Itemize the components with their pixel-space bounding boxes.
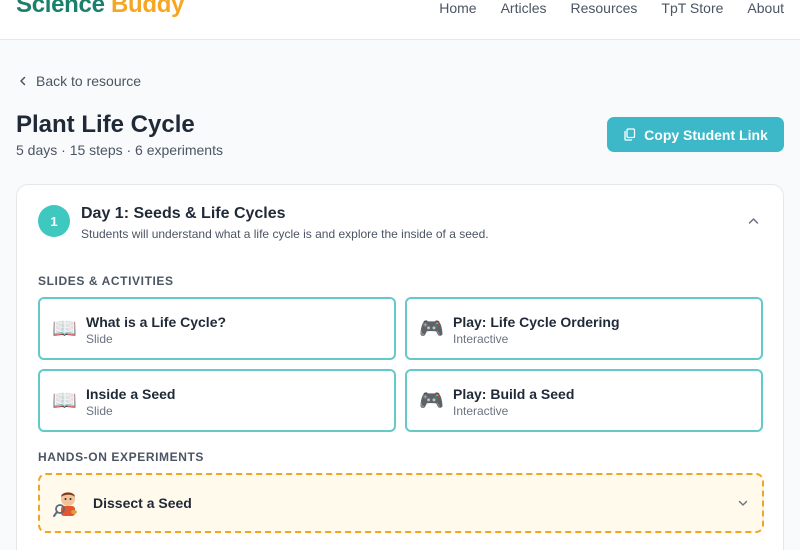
activity-type: Interactive <box>453 404 509 418</box>
book-icon: 📖 <box>52 318 77 340</box>
chevron-left-icon <box>20 76 26 86</box>
chevron-down-icon <box>738 500 748 506</box>
page-subtitle: 5 days · 15 steps · 6 experiments <box>16 142 223 158</box>
hands-on-experiments-heading: HANDS-ON EXPERIMENTS <box>38 450 205 464</box>
activity-name: Play: Build a Seed <box>453 386 575 402</box>
day-title: Day 1: Seeds & Life Cycles <box>81 205 286 222</box>
activity-type: Slide <box>86 404 113 418</box>
book-icon: 📖 <box>52 390 77 412</box>
nav-resources[interactable]: Resources <box>570 0 637 16</box>
gamepad-icon: 🎮 <box>419 318 444 340</box>
nav-articles[interactable]: Articles <box>501 0 547 16</box>
copy-icon <box>624 128 636 141</box>
top-bar: Science Buddy Home Articles Resources Tp… <box>0 0 800 40</box>
scientist-icon <box>53 492 77 517</box>
brand-part-2: Buddy <box>111 0 185 18</box>
experiment-item[interactable]: Dissect a Seed <box>38 473 764 533</box>
activity-type: Slide <box>86 332 113 346</box>
back-link-label: Back to resource <box>36 73 142 89</box>
day-description: Students will understand what a life cyc… <box>81 227 489 241</box>
activity-tile[interactable]: 📖 What is a Life Cycle? Slide <box>38 297 396 360</box>
brand-part-1: Science <box>16 0 105 18</box>
activity-name: Inside a Seed <box>86 386 176 402</box>
chevron-up-icon[interactable] <box>748 217 759 225</box>
experiment-name: Dissect a Seed <box>93 495 192 511</box>
nav-tpt-store[interactable]: TpT Store <box>661 0 723 16</box>
activity-tile[interactable]: 🎮 Play: Build a Seed Interactive <box>405 369 763 432</box>
nav-about[interactable]: About <box>747 0 784 16</box>
brand-logo[interactable]: Science Buddy <box>16 0 184 19</box>
activity-name: Play: Life Cycle Ordering <box>453 314 620 330</box>
main-nav: Home Articles Resources TpT Store About <box>439 0 784 16</box>
day-card: 1 Day 1: Seeds & Life Cycles Students wi… <box>16 184 784 550</box>
activity-name: What is a Life Cycle? <box>86 314 227 330</box>
copy-student-link-label: Copy Student Link <box>644 126 768 143</box>
gamepad-icon: 🎮 <box>419 390 444 412</box>
back-link[interactable]: Back to resource <box>18 73 141 89</box>
activity-type: Interactive <box>453 332 509 346</box>
page-title: Plant Life Cycle <box>16 111 195 138</box>
activity-tile[interactable]: 🎮 Play: Life Cycle Ordering Interactive <box>405 297 763 360</box>
slides-activities-heading: SLIDES & ACTIVITIES <box>38 274 174 288</box>
activity-tile[interactable]: 📖 Inside a Seed Slide <box>38 369 396 432</box>
copy-student-link-button[interactable]: Copy Student Link <box>607 117 784 152</box>
day-number-badge: 1 <box>38 205 70 237</box>
nav-home[interactable]: Home <box>439 0 476 16</box>
